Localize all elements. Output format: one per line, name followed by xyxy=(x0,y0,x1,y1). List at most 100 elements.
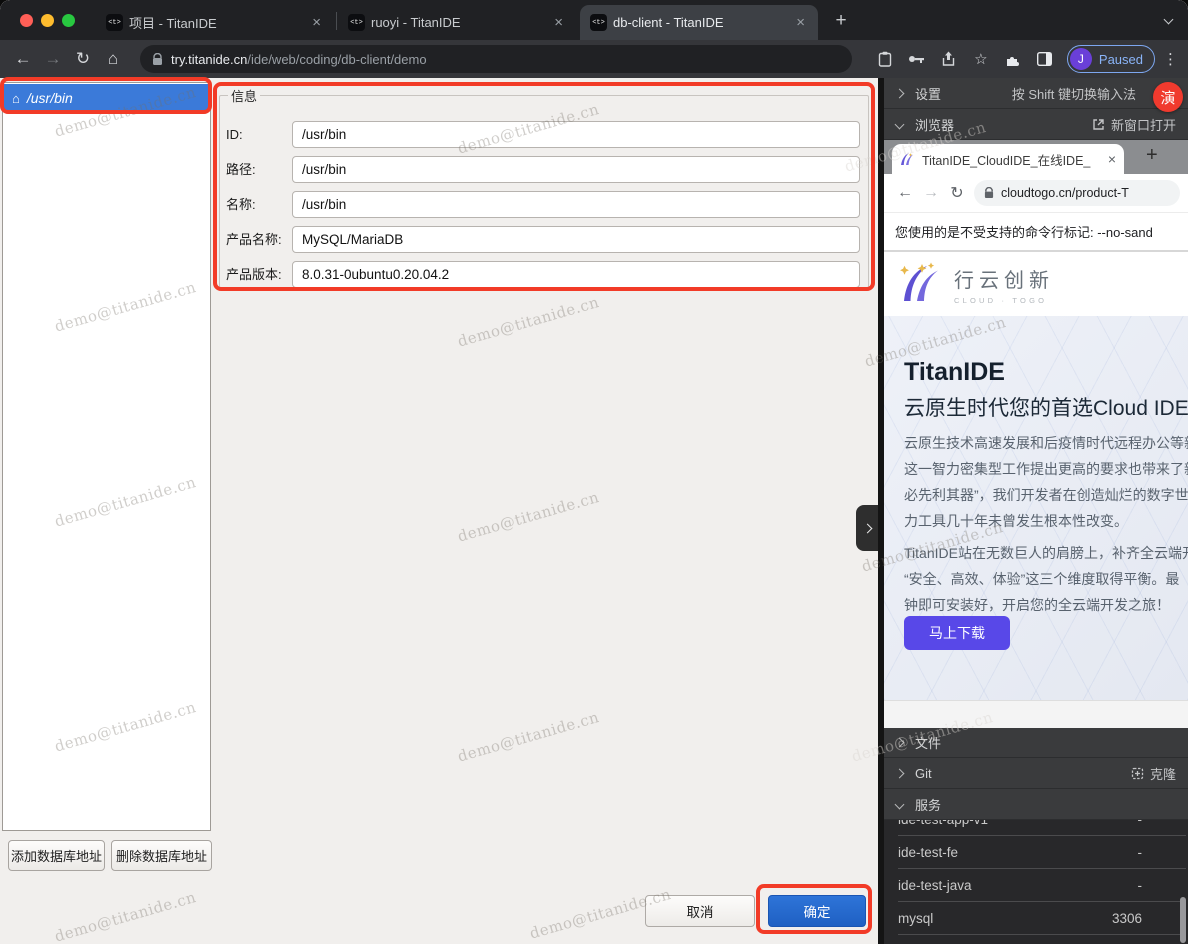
services-list: ide-test-app-v1 - ide-test-fe - ide-test… xyxy=(884,820,1188,944)
panel-collapse-handle[interactable] xyxy=(856,505,878,551)
service-row[interactable]: ide-test-java - xyxy=(898,869,1186,902)
product-name-label: 产品名称: xyxy=(226,226,290,253)
preview-new-tab-button[interactable]: + xyxy=(1146,144,1158,167)
tab-strip: <t> 项目 - TitanIDE × <t> ruoyi - TitanIDE… xyxy=(0,0,1188,40)
chevron-down-icon xyxy=(895,119,905,129)
service-name: ide-test-app-v1 xyxy=(898,820,988,827)
tab-close-icon[interactable]: × xyxy=(551,14,566,31)
home-icon[interactable]: ⌂ xyxy=(98,49,128,69)
preview-back-icon[interactable]: ← xyxy=(892,184,918,202)
service-port: - xyxy=(1138,820,1143,827)
brand-subtitle: CLOUD · TOGO xyxy=(954,296,1054,305)
site-body: TitanIDE 云原生时代您的首选Cloud IDE 云原生技术高速发展和后疫… xyxy=(884,316,1188,700)
preview-reload-icon[interactable]: ↻ xyxy=(944,183,970,203)
tab-ruoyi[interactable]: <t> ruoyi - TitanIDE × xyxy=(338,5,576,40)
service-row[interactable]: ide-test-fe - xyxy=(898,836,1186,869)
add-database-button[interactable]: 添加数据库地址 xyxy=(8,840,105,871)
files-section-header[interactable]: 文件 xyxy=(884,728,1188,758)
cloudtogo-logo xyxy=(898,261,944,307)
avatar: J xyxy=(1070,48,1092,70)
product-version-field[interactable] xyxy=(292,261,860,288)
site-paragraph-1: 云原生技术高速发展和后疫情时代远程办公等新 这一智力密集型工作提出更高的要求也带… xyxy=(904,430,1188,534)
product-name-field[interactable] xyxy=(292,226,860,253)
browser-window: <t> 项目 - TitanIDE × <t> ruoyi - TitanIDE… xyxy=(0,0,1188,944)
tab-title: db-client - TitanIDE xyxy=(613,15,787,30)
password-key-icon[interactable] xyxy=(901,54,933,64)
git-clone-button[interactable]: 克隆 xyxy=(1131,764,1176,783)
site-paragraph-2: TitanIDE站在无数巨人的肩膀上，补齐全云端开 “安全、高效、体验”这三个维… xyxy=(904,540,1188,618)
bookmark-star-icon[interactable]: ☆ xyxy=(965,50,997,68)
brand-name: 行云创新 xyxy=(954,264,1054,293)
side-panel-icon[interactable] xyxy=(1029,52,1061,66)
git-label: Git xyxy=(915,766,932,781)
menu-kebab-icon[interactable]: ⋮ xyxy=(1163,50,1178,68)
tab-search-chevron-icon[interactable] xyxy=(1164,15,1174,25)
name-field[interactable] xyxy=(292,191,860,218)
chevron-right-icon xyxy=(895,768,905,778)
preview-address-bar[interactable]: cloudtogo.cn/product-T xyxy=(974,180,1180,206)
browser-section-header[interactable]: 浏览器 新窗口打开 xyxy=(884,109,1188,140)
clipboard-icon[interactable] xyxy=(869,51,901,67)
minimize-window-button[interactable] xyxy=(41,14,54,27)
address-bar[interactable]: try.titanide.cn/ide/web/coding/db-client… xyxy=(140,45,852,73)
chevron-right-icon xyxy=(895,738,905,748)
id-field[interactable] xyxy=(292,121,860,148)
share-icon[interactable] xyxy=(933,51,965,67)
back-icon[interactable]: ← xyxy=(8,49,38,69)
tree-item-usr-bin[interactable]: ⌂ /usr/bin xyxy=(4,84,209,112)
maximize-window-button[interactable] xyxy=(62,14,75,27)
tab-project[interactable]: <t> 项目 - TitanIDE × xyxy=(96,5,334,40)
chevron-right-icon xyxy=(895,88,905,98)
reload-icon[interactable]: ↻ xyxy=(68,49,98,69)
tab-db-client[interactable]: <t> db-client - TitanIDE × xyxy=(580,5,818,40)
preview-url: cloudtogo.cn/product-T xyxy=(1001,186,1129,200)
settings-section-header[interactable]: 设置 按 Shift 键切换输入法 xyxy=(884,78,1188,109)
form-row-id: ID: xyxy=(226,121,860,148)
profile-button[interactable]: J Paused xyxy=(1067,45,1155,73)
new-tab-button[interactable]: + xyxy=(828,8,854,34)
ide-side-panel: 演 设置 按 Shift 键切换输入法 浏览器 新窗口打开 TitanIDE_C… xyxy=(884,78,1188,944)
form-row-path: 路径: xyxy=(226,156,860,183)
preview-forward-icon[interactable]: → xyxy=(918,184,944,202)
site-footer-strip xyxy=(884,700,1188,728)
preview-tab-close-icon[interactable]: × xyxy=(1108,151,1116,167)
preview-nav-bar: ← → ↻ cloudtogo.cn/product-T xyxy=(884,174,1188,212)
form-row-product-name: 产品名称: xyxy=(226,226,860,253)
git-section-header[interactable]: Git 克隆 xyxy=(884,758,1188,789)
browser-toolbar: ← → ↻ ⌂ try.titanide.cn/ide/web/coding/d… xyxy=(0,40,1188,78)
settings-label: 设置 xyxy=(915,84,941,103)
info-legend: 信息 xyxy=(228,86,260,105)
forward-icon[interactable]: → xyxy=(38,49,68,69)
chevron-down-icon xyxy=(895,799,905,809)
tab-close-icon[interactable]: × xyxy=(793,14,808,31)
extensions-icon[interactable] xyxy=(997,52,1029,67)
service-row[interactable]: mysql 3306 xyxy=(898,902,1186,935)
ok-button[interactable]: 确定 xyxy=(768,895,866,927)
lock-icon xyxy=(984,187,994,199)
service-row[interactable]: ide-test-app-v1 - xyxy=(898,820,1186,836)
ime-hint: 按 Shift 键切换输入法 xyxy=(1012,84,1136,103)
tab-title: 项目 - TitanIDE xyxy=(129,13,303,32)
external-link-icon xyxy=(1092,118,1105,131)
tree-item-label: /usr/bin xyxy=(27,90,73,106)
demo-badge: 演 xyxy=(1153,82,1183,112)
open-new-window-button[interactable]: 新窗口打开 xyxy=(1092,115,1176,134)
path-field[interactable] xyxy=(292,156,860,183)
download-button[interactable]: 马上下载 xyxy=(904,616,1010,650)
services-section-header[interactable]: 服务 xyxy=(884,789,1188,820)
tab-close-icon[interactable]: × xyxy=(309,14,324,31)
service-port: 3306 xyxy=(1112,911,1142,926)
titanide-favicon: <t> xyxy=(590,14,607,31)
preview-tab[interactable]: TitanIDE_CloudIDE_在线IDE_ × xyxy=(892,144,1124,174)
lock-icon xyxy=(152,53,163,66)
db-client-page: ⌂ /usr/bin 信息 ID: 路径: 名称: xyxy=(0,78,878,944)
scrollbar-thumb[interactable] xyxy=(1180,897,1186,943)
service-port: - xyxy=(1138,878,1143,893)
url-path: /ide/web/coding/db-client/demo xyxy=(247,52,426,67)
delete-database-button[interactable]: 删除数据库地址 xyxy=(111,840,212,871)
database-tree-panel: ⌂ /usr/bin xyxy=(2,82,211,831)
cancel-button[interactable]: 取消 xyxy=(645,895,755,927)
close-window-button[interactable] xyxy=(20,14,33,27)
cloudtogo-favicon xyxy=(900,152,915,166)
files-label: 文件 xyxy=(915,733,941,752)
